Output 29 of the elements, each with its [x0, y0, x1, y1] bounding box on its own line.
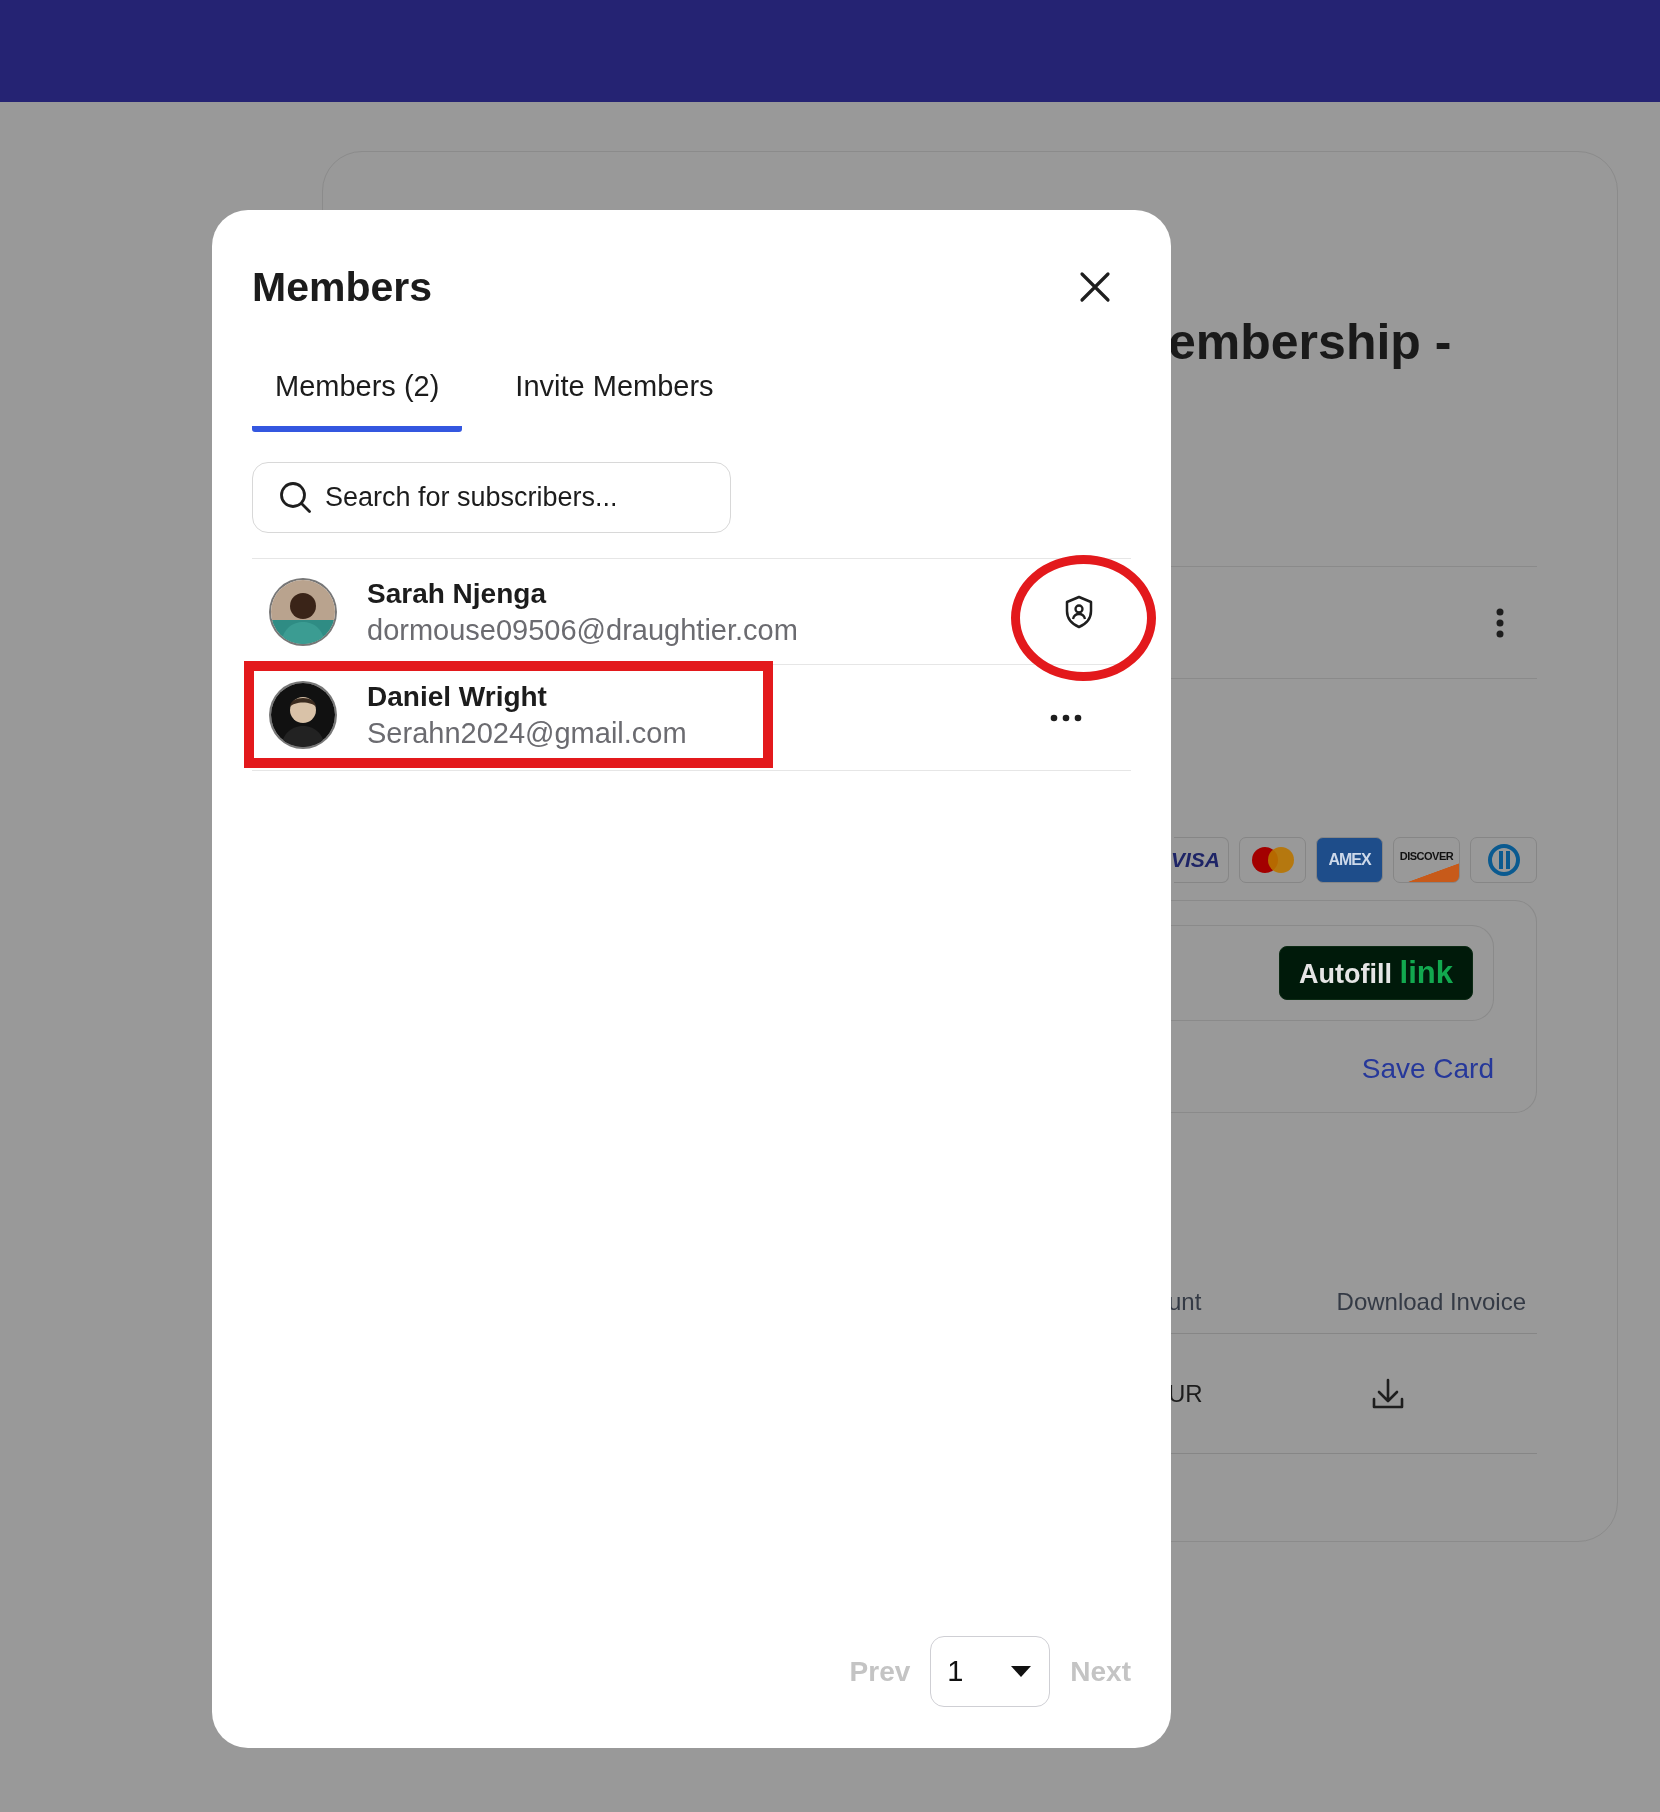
more-button[interactable]	[1050, 713, 1082, 722]
visa-logo: VISA	[1174, 837, 1229, 883]
circles-icon	[1249, 845, 1296, 875]
close-button[interactable]	[1079, 271, 1111, 303]
tab[interactable]: Invite Members	[492, 364, 737, 432]
ellipsis-icon	[1050, 713, 1082, 722]
download-icon	[1370, 1376, 1405, 1411]
tab[interactable]: Members (2)	[252, 364, 463, 432]
discover-logo: DISCOVER	[1393, 837, 1460, 883]
autofill-button[interactable]: Autofill link	[1279, 946, 1473, 1000]
member-name: Sarah Njenga	[367, 576, 548, 611]
kebab-icon	[1496, 607, 1504, 638]
admin-button[interactable]	[1064, 594, 1094, 629]
search-field[interactable]: Search for subscribers...	[252, 462, 731, 533]
amex-logo: AMEX	[1316, 837, 1383, 883]
member-email: dormouse09506@draughtier.com	[367, 612, 798, 648]
caret-icon	[1011, 1665, 1032, 1678]
download-button[interactable]	[1370, 1376, 1405, 1411]
close-icon	[1079, 271, 1111, 303]
page-select[interactable]: 1	[930, 1636, 1051, 1707]
page-heading: embership -	[1168, 313, 1453, 372]
dialog-title: Members	[252, 263, 432, 312]
shield-icon	[1064, 594, 1094, 629]
member-email: Serahn2024@gmail.com	[367, 715, 687, 751]
column-header: Download Invoice	[1336, 1288, 1526, 1316]
diners-icon	[1486, 843, 1521, 877]
member-name: Daniel Wright	[367, 679, 548, 714]
search-icon	[278, 480, 312, 514]
card-field[interactable]: Autofill link	[1168, 925, 1494, 1021]
